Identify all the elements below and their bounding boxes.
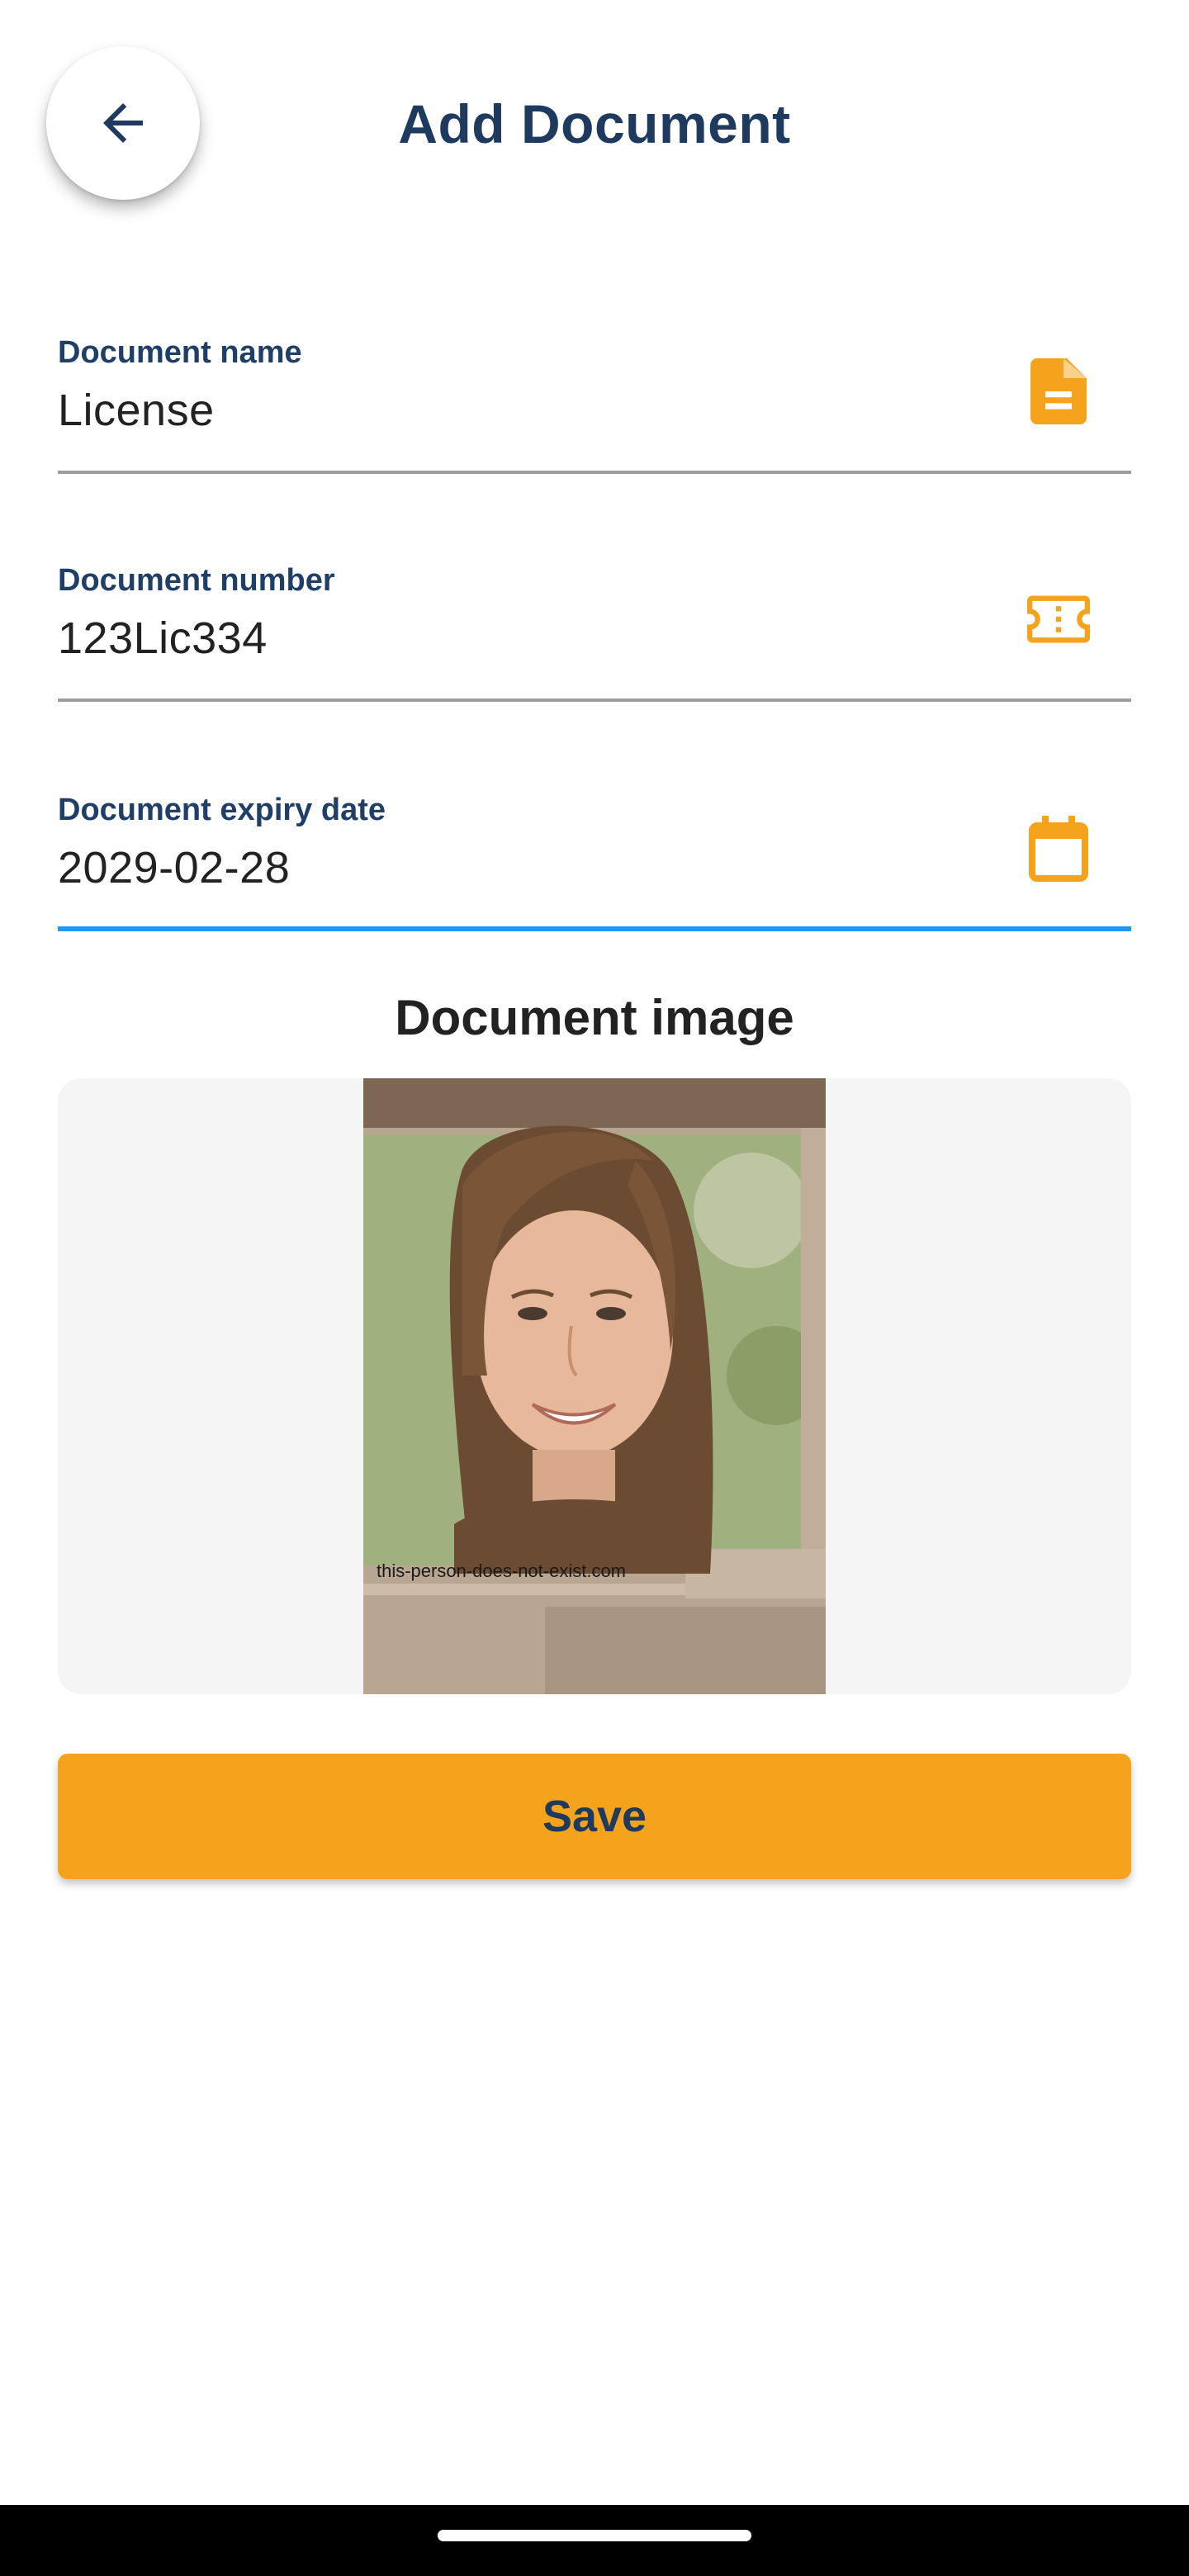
photo-watermark: this-person-does-not-exist.com xyxy=(377,1560,627,1581)
document-number-label: Document number xyxy=(58,563,335,598)
calendar-icon xyxy=(1026,816,1092,882)
document-image-title: Document image xyxy=(395,990,794,1045)
document-photo: this-person-does-not-exist.com xyxy=(363,1078,826,1694)
document-name-input[interactable]: License xyxy=(58,385,215,436)
document-number-underline xyxy=(58,698,1131,702)
document-expiry-underline xyxy=(58,926,1131,931)
document-number-input[interactable]: 123Lic334 xyxy=(58,613,268,664)
document-expiry-label: Document expiry date xyxy=(58,793,386,827)
document-number-field[interactable]: Document number 123Lic334 xyxy=(58,563,1131,728)
ticket-icon xyxy=(1026,586,1092,652)
document-name-underline xyxy=(58,471,1131,474)
document-name-label: Document name xyxy=(58,335,302,370)
document-image-panel[interactable]: this-person-does-not-exist.com xyxy=(58,1078,1131,1694)
system-nav-bar xyxy=(0,2505,1189,2576)
page-title: Add Document xyxy=(398,93,791,154)
save-button[interactable]: Save xyxy=(58,1754,1131,1879)
document-expiry-field[interactable]: Document expiry date 2029-02-28 xyxy=(58,793,1131,958)
home-indicator[interactable] xyxy=(438,2530,751,2541)
add-document-screen: Add Document Document name License Docum… xyxy=(0,0,1189,2576)
document-name-field[interactable]: Document name License xyxy=(58,335,1131,500)
document-icon xyxy=(1026,358,1092,424)
document-expiry-input[interactable]: 2029-02-28 xyxy=(58,842,290,893)
